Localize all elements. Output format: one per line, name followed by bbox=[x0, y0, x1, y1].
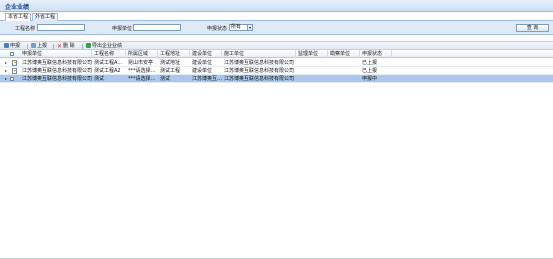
report-up-button[interactable]: 上报 bbox=[31, 43, 47, 50]
cell-supervision-unit bbox=[296, 59, 328, 67]
table-row[interactable]: ▸ 江苏博奥互联信息科技有限公司 测试工程A… 昆山市安亭 测试地址 建设单位 … bbox=[0, 59, 553, 67]
window-titlebar: 企业业绩 bbox=[0, 0, 553, 12]
col-project-address[interactable]: 工程地址 bbox=[158, 50, 190, 58]
table-row[interactable]: ▸ 江苏博奥互联信息科技有限公司 测试工程A2 ***请选择… 测试工程 建设单… bbox=[0, 67, 553, 75]
cell-report-status: 已上报 bbox=[362, 60, 378, 66]
cell-project-address: 测试地址 bbox=[160, 60, 181, 66]
cell-report-unit: 江苏博奥互联信息科技有限公司 bbox=[22, 60, 92, 66]
cell-project-address: 测试 bbox=[160, 76, 171, 82]
report-status-label: 申报状态 bbox=[207, 26, 228, 32]
cell-region: ***请选择… bbox=[128, 76, 156, 82]
cell-region: 昆山市安亭 bbox=[128, 60, 154, 66]
cell-builder-unit: 江苏博奥互联信息科技有限公司 bbox=[224, 60, 295, 66]
chevron-down-icon: ▾ bbox=[247, 25, 252, 30]
window-title: 企业业绩 bbox=[5, 4, 30, 11]
col-supervision-unit[interactable]: 监理单位 bbox=[296, 50, 328, 58]
report-status-value: 所有 bbox=[231, 24, 242, 30]
delete-icon: ✕ bbox=[57, 43, 63, 50]
toolbar-divider bbox=[27, 44, 28, 49]
expand-icon[interactable]: ▸ bbox=[5, 67, 7, 75]
col-construction-unit[interactable]: 建设单位 bbox=[190, 50, 222, 58]
export-button[interactable]: 导出企业业绩 bbox=[86, 43, 122, 50]
query-button[interactable]: 查 询 bbox=[516, 24, 549, 32]
expand-icon[interactable]: ▸ bbox=[5, 59, 7, 67]
cell-project-name: 测试 bbox=[94, 76, 105, 82]
grid-toolbar: 申报 上报 ✕删 除 导出企业业绩 bbox=[0, 41, 553, 50]
delete-button-label: 删 除 bbox=[63, 43, 75, 49]
report-icon bbox=[4, 43, 9, 48]
cell-survey-unit bbox=[328, 75, 360, 83]
cell-supervision-unit bbox=[296, 75, 328, 83]
col-survey-unit[interactable]: 勘察单位 bbox=[328, 50, 360, 58]
project-name-input[interactable] bbox=[37, 24, 85, 31]
cell-report-unit: 江苏博奥互联信息科技有限公司 bbox=[22, 76, 92, 82]
cell-region: ***请选择… bbox=[128, 68, 156, 74]
toolbar-divider bbox=[82, 44, 83, 49]
excel-icon bbox=[86, 43, 91, 48]
tab-bar: 本省工程 外省工程 bbox=[0, 12, 553, 22]
grid-header: 申报单位 工程名称 所属区域 工程地址 建设单位 施工单位 监理单位 勘察单位 … bbox=[0, 50, 553, 58]
table-row-selected[interactable]: ▸ 江苏博奥互联信息科技有限公司 测试 ***请选择… 测试 江苏博奥互… 江苏… bbox=[0, 75, 553, 83]
cell-builder-unit: 江苏博奥互联信息科技有限公司 bbox=[224, 76, 295, 82]
col-project-name[interactable]: 工程名称 bbox=[92, 50, 126, 58]
col-report-status[interactable]: 申报状态 bbox=[360, 50, 392, 58]
tab-outside-projects[interactable]: 外省工程 bbox=[32, 13, 59, 21]
cell-construction-unit: 建设单位 bbox=[192, 60, 213, 66]
cell-builder-unit: 江苏博奥互联信息科技有限公司 bbox=[224, 68, 295, 74]
report-status-select[interactable]: 所有 ▾ bbox=[229, 24, 253, 31]
document-icon bbox=[12, 68, 17, 74]
cell-report-status: 已上报 bbox=[362, 68, 378, 74]
cell-survey-unit bbox=[328, 67, 360, 75]
cell-project-name: 测试工程A… bbox=[94, 60, 123, 66]
col-builder-unit[interactable]: 施工单位 bbox=[222, 50, 296, 58]
upload-icon bbox=[31, 43, 36, 48]
cell-construction-unit: 江苏博奥互… bbox=[192, 76, 222, 82]
report-button[interactable]: 申报 bbox=[4, 43, 20, 50]
expand-icon[interactable]: ▸ bbox=[5, 75, 7, 83]
cell-construction-unit: 建设单位 bbox=[192, 68, 213, 74]
filter-panel: 工程名称 申报单位 申报状态 所有 ▾ 查 询 bbox=[0, 21, 553, 35]
report-up-button-label: 上报 bbox=[37, 43, 48, 49]
cell-supervision-unit bbox=[296, 67, 328, 75]
select-all-checkbox[interactable] bbox=[10, 52, 14, 56]
report-unit-input[interactable] bbox=[133, 24, 181, 31]
report-button-label: 申报 bbox=[10, 43, 21, 49]
row-checkbox[interactable] bbox=[10, 77, 14, 81]
export-button-label: 导出企业业绩 bbox=[92, 43, 123, 49]
project-name-label: 工程名称 bbox=[15, 26, 36, 32]
report-unit-label: 申报单位 bbox=[112, 26, 133, 32]
cell-survey-unit bbox=[328, 59, 360, 67]
cell-report-status: 申报中 bbox=[362, 76, 378, 82]
document-icon bbox=[12, 60, 17, 66]
cell-project-address: 测试工程 bbox=[160, 68, 181, 74]
delete-button[interactable]: ✕删 除 bbox=[57, 43, 75, 50]
toolbar-divider bbox=[53, 44, 54, 49]
cell-report-unit: 江苏博奥互联信息科技有限公司 bbox=[22, 68, 92, 74]
cell-project-name: 测试工程A2 bbox=[94, 68, 121, 74]
col-report-unit[interactable]: 申报单位 bbox=[20, 50, 92, 58]
col-region[interactable]: 所属区域 bbox=[126, 50, 158, 58]
